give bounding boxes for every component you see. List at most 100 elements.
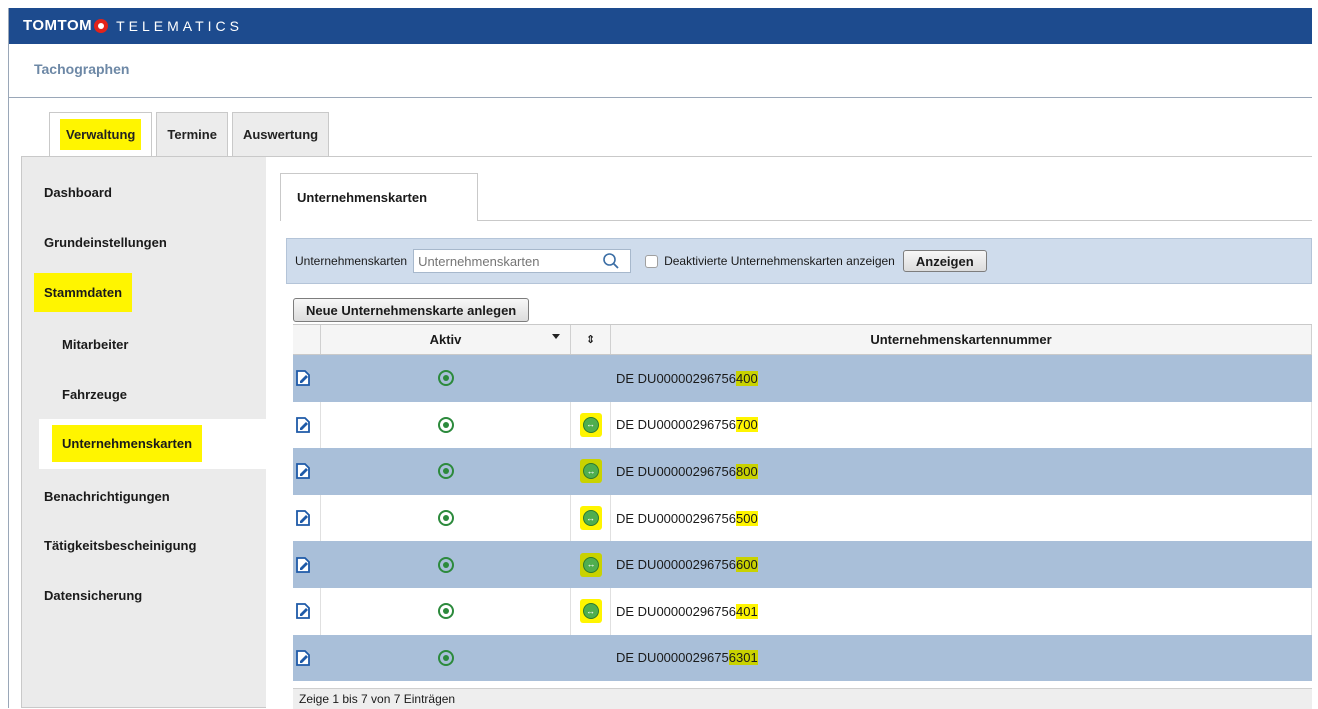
card-number-suffix: 800 <box>735 463 758 479</box>
table-row[interactable]: ↔ DE DU00000296756 500 <box>293 494 1312 542</box>
edit-cell <box>293 541 321 588</box>
active-cell <box>321 355 571 402</box>
table-row[interactable]: ↔ DE DU00000296756 800 <box>293 448 1312 495</box>
sync-icon[interactable]: ↔ <box>583 556 599 573</box>
table-row[interactable]: DE DU0000029675 6301 <box>293 634 1312 682</box>
table-row[interactable]: ↔ DE DU00000296756 600 <box>293 541 1312 588</box>
edit-cell <box>293 355 321 402</box>
column-header-card-number[interactable]: Unternehmenskartennummer <box>611 325 1312 354</box>
sort-icon: ⇕ <box>585 334 596 346</box>
sidebar-item-taetigkeitsbescheinigung[interactable]: Tätigkeitsbescheinigung <box>44 538 196 553</box>
sync-icon[interactable]: ↔ <box>582 416 599 433</box>
active-cell <box>321 401 571 449</box>
card-number-cell: DE DU00000296756 800 <box>611 448 1312 495</box>
sync-icon[interactable]: ↔ <box>582 603 599 620</box>
subtab-label: Unternehmenskarten <box>297 190 428 205</box>
main-content: Unternehmenskarten Unternehmenskarten De… <box>266 156 1312 709</box>
show-deactivated-checkbox[interactable] <box>645 254 659 268</box>
edit-cell <box>293 635 321 682</box>
edit-card-icon[interactable] <box>293 509 313 527</box>
brand-logo: TOMTOM TELEMATICS <box>23 17 243 34</box>
show-deactivated-label: Deaktivierte Unternehmenskarten anzeigen <box>664 254 895 268</box>
sync-cell: ↔ <box>571 541 611 588</box>
card-number-suffix: 401 <box>735 603 758 619</box>
edit-cell <box>293 494 321 542</box>
edit-card-icon[interactable] <box>293 556 313 574</box>
sync-icon-highlight: ↔ <box>579 506 602 531</box>
card-number-suffix: 500 <box>735 510 758 526</box>
tomtom-logo-icon <box>94 18 109 33</box>
sync-icon[interactable]: ↔ <box>583 463 599 480</box>
edit-cell <box>293 401 321 449</box>
show-button[interactable]: Anzeigen <box>902 250 987 272</box>
tab-auswertung[interactable]: Auswertung <box>231 112 330 156</box>
active-cell <box>321 587 571 635</box>
column-label: Aktiv <box>429 332 462 347</box>
tab-divider <box>478 220 1312 221</box>
sidebar-item-datensicherung[interactable]: Datensicherung <box>44 588 142 603</box>
search-input[interactable] <box>418 253 603 269</box>
edit-card-icon[interactable] <box>293 602 313 620</box>
card-number-prefix: DE DU00000296756 <box>616 557 736 573</box>
new-company-card-button[interactable]: Neue Unternehmenskarte anlegen <box>293 298 530 322</box>
active-radio-icon <box>438 463 454 480</box>
sync-cell <box>571 355 611 402</box>
column-label: Unternehmenskartennummer <box>870 332 1052 347</box>
brand-subtitle: TELEMATICS <box>116 17 243 34</box>
active-radio-icon <box>438 649 454 666</box>
active-cell <box>321 448 571 495</box>
sidebar-nav: Dashboard Grundeinstellungen Stammdaten … <box>21 156 267 708</box>
card-number-suffix: 700 <box>735 417 758 433</box>
table-body: DE DU00000296756 400 ↔ DE DU00000296756 70… <box>293 355 1312 682</box>
card-number-prefix: DE DU00000296756 <box>616 463 736 479</box>
edit-card-icon[interactable] <box>293 462 313 480</box>
active-radio-icon <box>437 416 454 433</box>
search-icon[interactable] <box>602 252 620 270</box>
card-number-cell: DE DU00000296756 600 <box>611 541 1312 588</box>
active-radio-icon <box>438 370 454 387</box>
edit-cell <box>293 587 321 635</box>
sidebar-item-mitarbeiter[interactable]: Mitarbeiter <box>62 337 128 352</box>
sync-icon-highlight: ↔ <box>580 459 602 484</box>
card-number-prefix: DE DU00000296756 <box>616 603 736 619</box>
tab-label: Verwaltung <box>60 119 142 150</box>
sync-icon[interactable]: ↔ <box>582 510 599 527</box>
filter-bar: Unternehmenskarten Deaktivierte Unterneh… <box>286 238 1312 284</box>
search-field <box>413 249 632 273</box>
card-number-cell: DE DU00000296756 700 <box>611 401 1312 449</box>
card-number-prefix: DE DU00000296756 <box>616 417 736 433</box>
tab-label: Termine <box>167 127 217 142</box>
sync-cell: ↔ <box>571 448 611 495</box>
edit-card-icon[interactable] <box>293 649 313 667</box>
sync-cell <box>571 635 611 682</box>
page-title: Tachographen <box>34 61 130 77</box>
active-cell <box>321 541 571 588</box>
edit-card-icon[interactable] <box>293 369 313 387</box>
active-radio-icon <box>438 556 454 573</box>
sidebar-item-dashboard[interactable]: Dashboard <box>44 185 112 200</box>
active-cell <box>321 635 571 682</box>
column-header-aktiv[interactable]: Aktiv <box>321 325 571 354</box>
tab-unternehmenskarten[interactable]: Unternehmenskarten <box>280 173 478 221</box>
column-header-sync[interactable]: ⇕ <box>571 325 611 354</box>
table-row[interactable]: DE DU00000296756 400 <box>293 355 1312 402</box>
sync-cell: ↔ <box>571 587 611 635</box>
tab-verwaltung[interactable]: Verwaltung <box>49 112 153 156</box>
card-number-prefix: DE DU00000296756 <box>616 370 736 386</box>
card-number-suffix: 6301 <box>728 650 758 666</box>
table-row[interactable]: ↔ DE DU00000296756 700 <box>293 401 1312 449</box>
edit-column-header <box>293 325 321 354</box>
tab-termine[interactable]: Termine <box>156 112 228 156</box>
sidebar-item-fahrzeuge[interactable]: Fahrzeuge <box>62 387 127 402</box>
sidebar-item-benachrichtigungen[interactable]: Benachrichtigungen <box>44 489 170 504</box>
table-footer-info: Zeige 1 bis 7 von 7 Einträgen <box>293 688 1312 709</box>
sync-icon-highlight: ↔ <box>579 599 602 624</box>
sidebar-item-unternehmenskarten[interactable]: Unternehmenskarten <box>52 425 203 462</box>
sidebar-item-grundeinstellungen[interactable]: Grundeinstellungen <box>44 235 167 250</box>
edit-card-icon[interactable] <box>293 416 313 434</box>
table-row[interactable]: ↔ DE DU00000296756 401 <box>293 587 1312 635</box>
sidebar-item-stammdaten[interactable]: Stammdaten <box>34 273 133 312</box>
card-number-prefix: DE DU0000029675 <box>616 650 729 666</box>
card-number-suffix: 600 <box>735 557 758 573</box>
card-number-cell: DE DU00000296756 400 <box>611 355 1312 402</box>
